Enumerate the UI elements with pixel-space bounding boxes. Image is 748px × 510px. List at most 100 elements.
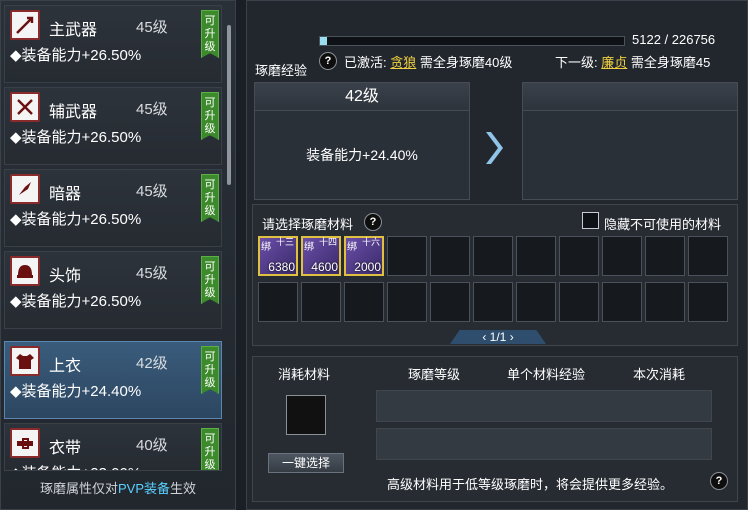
upgradable-badge: 可升级 <box>201 92 219 140</box>
chevron-right-icon[interactable]: › <box>510 330 514 344</box>
upgradable-badge: 可升级 <box>201 346 219 394</box>
help-icon[interactable]: ? <box>364 213 382 231</box>
activated-set: 已激活: 贪狼 需全身琢磨40级 <box>344 55 513 70</box>
equipment-item-hidden-weapon[interactable]: 暗器 45级 可升级 ◆装备能力+26.50% <box>4 169 222 247</box>
empty-slot[interactable] <box>473 282 513 322</box>
empty-slot[interactable] <box>559 236 599 276</box>
material-exp: 2000 <box>354 260 381 274</box>
material-item[interactable]: 绑十四 4600 <box>301 236 341 276</box>
helmet-icon <box>10 256 40 286</box>
pvp-note: 琢磨属性仅对PVP装备生效 <box>39 481 197 496</box>
chevron-left-icon[interactable]: ‹ <box>482 330 486 344</box>
equipment-effect: ◆装备能力+26.50% <box>10 129 142 146</box>
page-indicator[interactable]: ‹ 1/1 › <box>450 330 546 344</box>
header-unit-exp: 单个材料经验 <box>507 367 586 382</box>
equipment-name: 辅武器 <box>49 104 98 121</box>
equipment-item-main-weapon[interactable]: 主武器 45级 可升级 ◆装备能力+26.50% <box>4 5 222 83</box>
equipment-name: 主武器 <box>49 22 98 39</box>
equipment-item-belt[interactable]: 衣带 40级 可升级 ◆装备能力+23.00% <box>4 423 222 471</box>
empty-slot[interactable] <box>387 236 427 276</box>
upgradable-badge: 可升级 <box>201 174 219 222</box>
equipment-item-headwear[interactable]: 头饰 45级 可升级 ◆装备能力+26.50% <box>4 251 222 329</box>
bound-label: 绑 <box>304 242 314 253</box>
spear-icon <box>10 10 40 40</box>
empty-slot[interactable] <box>344 282 384 322</box>
empty-slot[interactable] <box>473 236 513 276</box>
material-exp: 4600 <box>311 260 338 274</box>
tip-text: 高级材料用于低等级琢磨时，将会提供更多经验。 <box>387 477 674 492</box>
empty-slot[interactable] <box>688 282 728 322</box>
grade-label: 十四 <box>318 237 337 247</box>
upgradable-badge: 可升级 <box>201 10 219 58</box>
current-effect: 装备能力+24.40% <box>306 147 418 163</box>
equipment-level: 45级 <box>136 101 168 118</box>
equipment-name: 暗器 <box>49 186 82 203</box>
exp-label: 琢磨经验 <box>255 63 308 78</box>
activated-name-link[interactable]: 贪狼 <box>390 55 416 70</box>
empty-slot[interactable] <box>559 282 599 322</box>
empty-slot[interactable] <box>645 236 685 276</box>
equipment-name: 上衣 <box>49 358 82 375</box>
auto-select-button[interactable]: 一键选择 <box>268 453 344 473</box>
empty-slot[interactable] <box>430 236 470 276</box>
material-exp: 6380 <box>268 260 295 274</box>
grade-label: 十六 <box>361 237 380 247</box>
empty-slot[interactable] <box>301 282 341 322</box>
empty-slot[interactable] <box>387 282 427 322</box>
next-level <box>523 83 737 111</box>
pvp-highlight: PVP装备 <box>117 481 170 496</box>
belt-icon <box>10 428 40 458</box>
next-set: 下一级: 廉贞 需全身琢磨45 <box>555 55 711 70</box>
bound-label: 绑 <box>347 242 357 253</box>
equipment-item-secondary-weapon[interactable]: 辅武器 45级 可升级 ◆装备能力+26.50% <box>4 87 222 165</box>
equipment-level: 45级 <box>136 19 168 36</box>
equipment-name: 衣带 <box>49 440 82 457</box>
empty-slot[interactable] <box>430 282 470 322</box>
equipment-name: 头饰 <box>49 268 82 285</box>
help-icon[interactable]: ? <box>710 472 728 490</box>
empty-slot[interactable] <box>258 282 298 322</box>
header-consume-material: 消耗材料 <box>278 367 331 382</box>
next-name-link[interactable]: 廉贞 <box>601 55 627 70</box>
empty-slot[interactable] <box>516 282 556 322</box>
equipment-level: 42级 <box>136 355 168 372</box>
exp-progress-fill <box>320 37 327 45</box>
dart-icon <box>10 174 40 204</box>
chevron-right-icon <box>486 132 503 164</box>
upgradable-badge: 可升级 <box>201 256 219 304</box>
help-icon[interactable]: ? <box>319 52 337 70</box>
equipment-effect: ◆装备能力+26.50% <box>10 211 142 228</box>
header-polish-level: 琢磨等级 <box>408 367 461 382</box>
consume-row <box>376 428 712 460</box>
grade-label: 十三 <box>275 237 294 247</box>
equipment-effect: ◆装备能力+26.50% <box>10 293 142 310</box>
empty-slot[interactable] <box>688 236 728 276</box>
material-item[interactable]: 绑十三 6380 <box>258 236 298 276</box>
header-this-cost: 本次消耗 <box>633 367 686 382</box>
crossed-daggers-icon <box>10 92 40 122</box>
current-level: 42级 <box>255 83 469 111</box>
hide-unusable-checkbox[interactable] <box>582 212 599 229</box>
upgradable-badge: 可升级 <box>201 428 219 470</box>
equipment-level: 45级 <box>136 183 168 200</box>
current-level-card: 42级 装备能力+24.40% <box>254 82 470 200</box>
list-scrollbar[interactable] <box>227 25 231 185</box>
next-level-card <box>522 82 738 200</box>
equipment-effect: ◆装备能力+26.50% <box>10 47 142 64</box>
page-number: 1/1 <box>489 330 507 344</box>
material-title: 请选择琢磨材料 <box>262 217 354 232</box>
exp-value: 5122 / 226756 <box>632 32 716 47</box>
equipment-item-top[interactable]: 上衣 42级 可升级 ◆装备能力+24.40% <box>4 341 222 419</box>
empty-slot[interactable] <box>602 236 642 276</box>
equipment-effect: ◆装备能力+23.00% <box>10 462 141 470</box>
exp-progress-bar <box>319 36 625 46</box>
armor-icon <box>10 346 40 376</box>
bound-label: 绑 <box>261 242 271 253</box>
material-item[interactable]: 绑十六 2000 <box>344 236 384 276</box>
equipment-level: 45级 <box>136 265 168 282</box>
equipment-effect: ◆装备能力+24.40% <box>10 383 142 400</box>
empty-slot[interactable] <box>602 282 642 322</box>
empty-slot[interactable] <box>645 282 685 322</box>
empty-slot[interactable] <box>516 236 556 276</box>
consume-slot[interactable] <box>286 395 326 435</box>
